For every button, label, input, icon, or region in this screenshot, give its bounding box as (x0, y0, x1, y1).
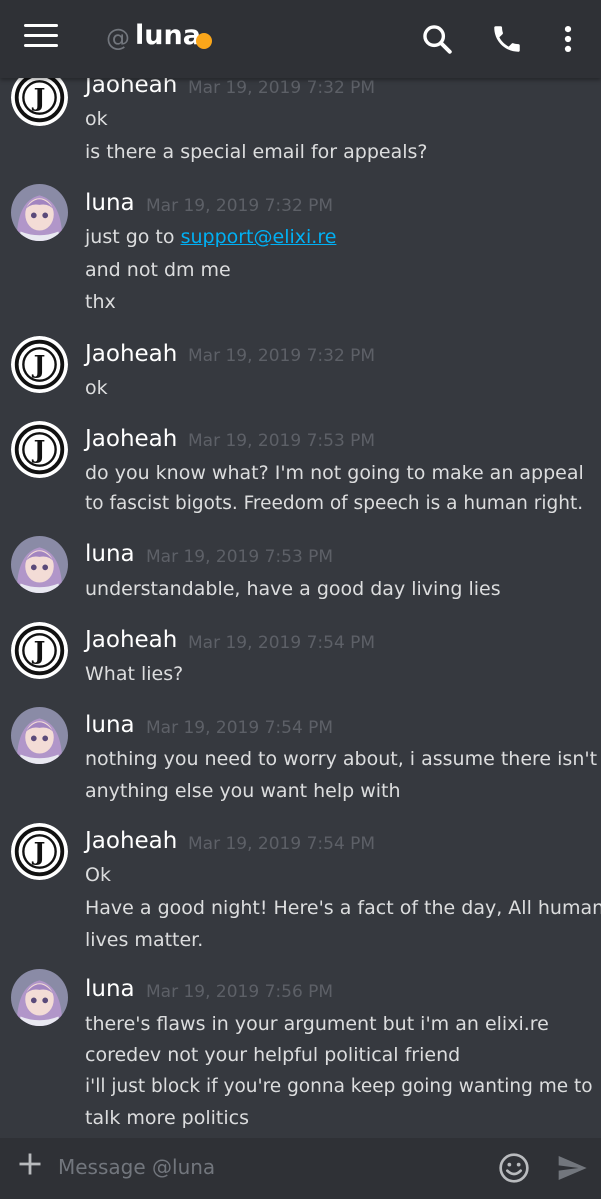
svg-text:J: J (32, 350, 46, 379)
j-logo-avatar[interactable]: J (11, 421, 68, 478)
more-vertical-icon[interactable] (551, 22, 585, 56)
message-timestamp: Mar 19, 2019 7:56 PM (146, 982, 334, 1002)
message-author[interactable]: Jaoheah (85, 426, 177, 452)
message-author[interactable]: luna (85, 976, 135, 1002)
email-link[interactable]: support@elixi.re (181, 226, 337, 248)
message-text: thx (85, 291, 116, 313)
anime-girl-avatar[interactable] (11, 184, 68, 241)
message-text: anything else you want help with (85, 780, 401, 802)
message-author[interactable]: luna (85, 712, 135, 738)
anime-girl-avatar[interactable] (11, 536, 68, 593)
svg-text:J: J (32, 83, 46, 112)
message-author[interactable]: luna (85, 541, 135, 567)
message-text: to fascist bigots. Freedom of speech is … (85, 493, 584, 514)
emoji-icon[interactable] (498, 1152, 530, 1184)
message-text: talk more politics (85, 1107, 249, 1129)
top-app-bar: @ luna (0, 0, 601, 78)
message-list[interactable]: J Jaoheah Mar 19, 2019 7:32 PM ok is the… (0, 0, 601, 1138)
phone-call-icon[interactable] (490, 22, 524, 56)
message-text: and not dm me (85, 259, 231, 281)
j-logo-avatar[interactable]: J (11, 336, 68, 393)
message-input[interactable] (58, 1150, 478, 1184)
message-timestamp: Mar 19, 2019 7:54 PM (188, 633, 376, 653)
message-timestamp: Mar 19, 2019 7:32 PM (188, 78, 376, 98)
message-text: ok (85, 377, 108, 399)
message-text: is there a special email for appeals? (85, 141, 428, 163)
message-text: do you know what? I'm not going to make … (85, 462, 584, 484)
j-logo-avatar[interactable]: J (11, 823, 68, 880)
message-text: just go to support@elixi.re (85, 226, 336, 248)
message-composer (0, 1138, 601, 1199)
message-timestamp: Mar 19, 2019 7:32 PM (146, 196, 334, 216)
send-icon[interactable] (555, 1152, 589, 1184)
anime-girl-avatar[interactable] (11, 969, 68, 1026)
dm-at-symbol: @ (106, 24, 130, 52)
message-text: understandable, have a good day living l… (85, 578, 501, 600)
hamburger-menu-icon[interactable] (24, 24, 58, 52)
idle-status-indicator (196, 33, 212, 49)
message-timestamp: Mar 19, 2019 7:53 PM (188, 431, 376, 451)
message-text: What lies? (85, 663, 184, 685)
channel-title[interactable]: luna (135, 20, 201, 51)
message-author[interactable]: Jaoheah (85, 828, 177, 854)
svg-text:J: J (32, 636, 46, 665)
message-text: ok (85, 108, 108, 130)
message-author[interactable]: Jaoheah (85, 341, 177, 367)
svg-text:J: J (32, 435, 46, 464)
message-text: Have a good night! Here's a fact of the … (85, 897, 601, 919)
message-text: lives matter. (85, 929, 204, 951)
message-text: there's flaws in your argument but i'm a… (85, 1013, 549, 1035)
j-logo-avatar[interactable]: J (11, 622, 68, 679)
message-author[interactable]: luna (85, 190, 135, 216)
message-text: coredev not your helpful political frien… (85, 1044, 461, 1066)
message-timestamp: Mar 19, 2019 7:53 PM (146, 547, 334, 567)
message-timestamp: Mar 19, 2019 7:54 PM (188, 834, 376, 854)
message-text: Ok (85, 864, 111, 886)
search-icon[interactable] (420, 22, 454, 56)
message-author[interactable]: Jaoheah (85, 627, 177, 653)
svg-text:J: J (32, 837, 46, 866)
plus-icon[interactable] (16, 1150, 44, 1178)
message-text: nothing you need to worry about, i assum… (85, 748, 598, 770)
message-timestamp: Mar 19, 2019 7:54 PM (146, 718, 334, 738)
message-text: i'll just block if you're gonna keep goi… (85, 1076, 593, 1097)
message-timestamp: Mar 19, 2019 7:32 PM (188, 346, 376, 366)
anime-girl-avatar[interactable] (11, 707, 68, 764)
message-text-prefix: just go to (85, 226, 181, 248)
